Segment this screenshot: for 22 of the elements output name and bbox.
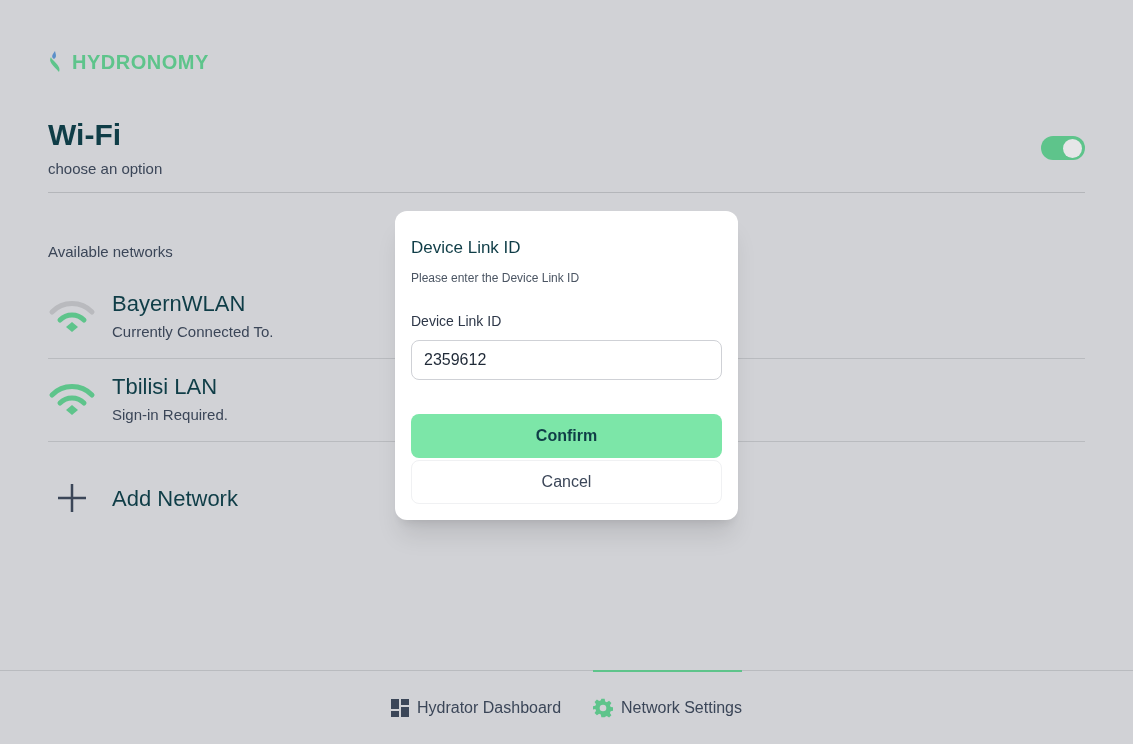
wifi-toggle[interactable] [1041,136,1085,160]
section-label: Available networks [48,242,173,262]
dialog-title: Device Link ID [411,237,522,259]
grid-icon [391,699,409,717]
confirm-button[interactable]: Confirm [411,413,722,458]
network-status: Sign-in Required. [112,405,228,425]
network-name: Tbilisi LAN [112,372,219,400]
page-subtitle: choose an option [48,158,163,179]
nav-tab[interactable]: Network Settings [593,670,742,744]
gear-icon [593,698,614,718]
device-id-field[interactable]: 2359612 [411,339,722,380]
nav-tab[interactable]: Hydrator Dashboard [391,670,562,744]
brand-name: HYDRONOMY [72,50,209,75]
page-title: Wi-Fi [48,117,123,153]
cancel-button[interactable]: Cancel [411,459,722,504]
dialog-subtitle: Please enter the Device Link ID [411,269,581,287]
wifi-icon [48,382,96,417]
field-label: Device Link ID [411,311,503,331]
add-network-button[interactable]: Add Network [48,481,238,515]
wifi-icon [48,299,96,334]
network-name: BayernWLAN [112,289,247,317]
network-status: Currently Connected To. [112,322,274,342]
